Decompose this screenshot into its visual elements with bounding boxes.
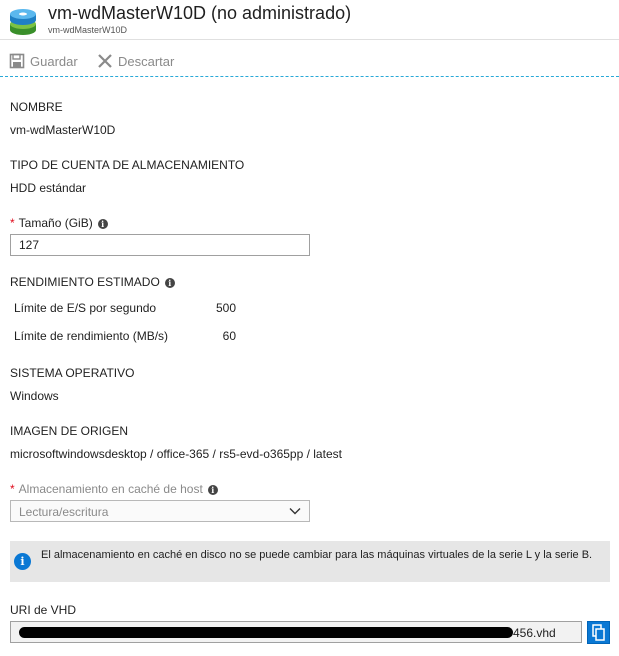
cache-label-text: Almacenamiento en caché de host	[18, 482, 203, 496]
source-image-value: microsoftwindowsdesktop / office-365 / r…	[10, 447, 342, 461]
iops-value: 500	[215, 301, 236, 315]
host-cache-selected: Lectura/escritura	[19, 505, 109, 519]
required-marker: *	[10, 482, 15, 496]
copy-icon	[592, 624, 605, 641]
copy-button[interactable]	[587, 621, 610, 644]
discard-label: Descartar	[118, 53, 175, 69]
vhd-uri-field[interactable]: 456.vhd	[10, 621, 582, 643]
info-icon: i	[14, 553, 31, 570]
save-button[interactable]: Guardar	[9, 51, 78, 71]
account-type-value: HDD estándar	[10, 181, 87, 195]
vhd-uri-label: URI de VHD	[10, 603, 77, 617]
source-image-label: IMAGEN DE ORIGEN	[10, 424, 129, 438]
size-field-label: * Tamaño (GiB) i	[10, 216, 108, 230]
page-subtitle: vm-wdMasterW10D	[48, 25, 128, 35]
name-label: NOMBRE	[10, 100, 63, 114]
command-bar: Guardar Descartar	[0, 41, 619, 77]
chevron-down-icon	[289, 508, 301, 515]
page-title: vm-wdMasterW10D (no administrado)	[48, 3, 352, 23]
save-label: Guardar	[30, 53, 78, 69]
perf-field-label: RENDIMIENTO ESTIMADO i	[10, 275, 175, 289]
info-banner-text: El almacenamiento en caché en disco no s…	[41, 549, 593, 561]
os-value: Windows	[10, 389, 59, 403]
info-icon[interactable]: i	[207, 484, 218, 495]
save-icon	[9, 53, 25, 69]
size-label-text: Tamaño (GiB)	[18, 216, 93, 230]
name-value: vm-wdMasterW10D	[10, 123, 116, 137]
redaction-bar	[19, 627, 513, 638]
close-icon	[98, 54, 112, 68]
cache-field-label: * Almacenamiento en caché de host i	[10, 482, 218, 496]
vhd-uri-suffix: 456.vhd	[513, 626, 556, 640]
iops-label: Límite de E/S por segundo	[14, 301, 157, 315]
required-marker: *	[10, 216, 15, 230]
account-type-label: TIPO DE CUENTA DE ALMACENAMIENTO	[10, 158, 245, 172]
blade-header: vm-wdMasterW10D (no administrado) vm-wdM…	[0, 0, 619, 40]
info-banner: i El almacenamiento en caché en disco no…	[10, 541, 610, 582]
size-input[interactable]	[10, 234, 310, 256]
throughput-value: 60	[222, 329, 236, 343]
perf-label-text: RENDIMIENTO ESTIMADO	[10, 275, 160, 289]
throughput-label: Límite de rendimiento (MB/s)	[14, 329, 169, 343]
host-cache-dropdown[interactable]: Lectura/escritura	[10, 500, 310, 522]
info-icon[interactable]: i	[97, 218, 108, 229]
discard-button[interactable]: Descartar	[97, 51, 174, 71]
info-icon[interactable]: i	[164, 277, 175, 288]
disk-icon	[10, 9, 36, 35]
os-label: SISTEMA OPERATIVO	[10, 366, 135, 380]
